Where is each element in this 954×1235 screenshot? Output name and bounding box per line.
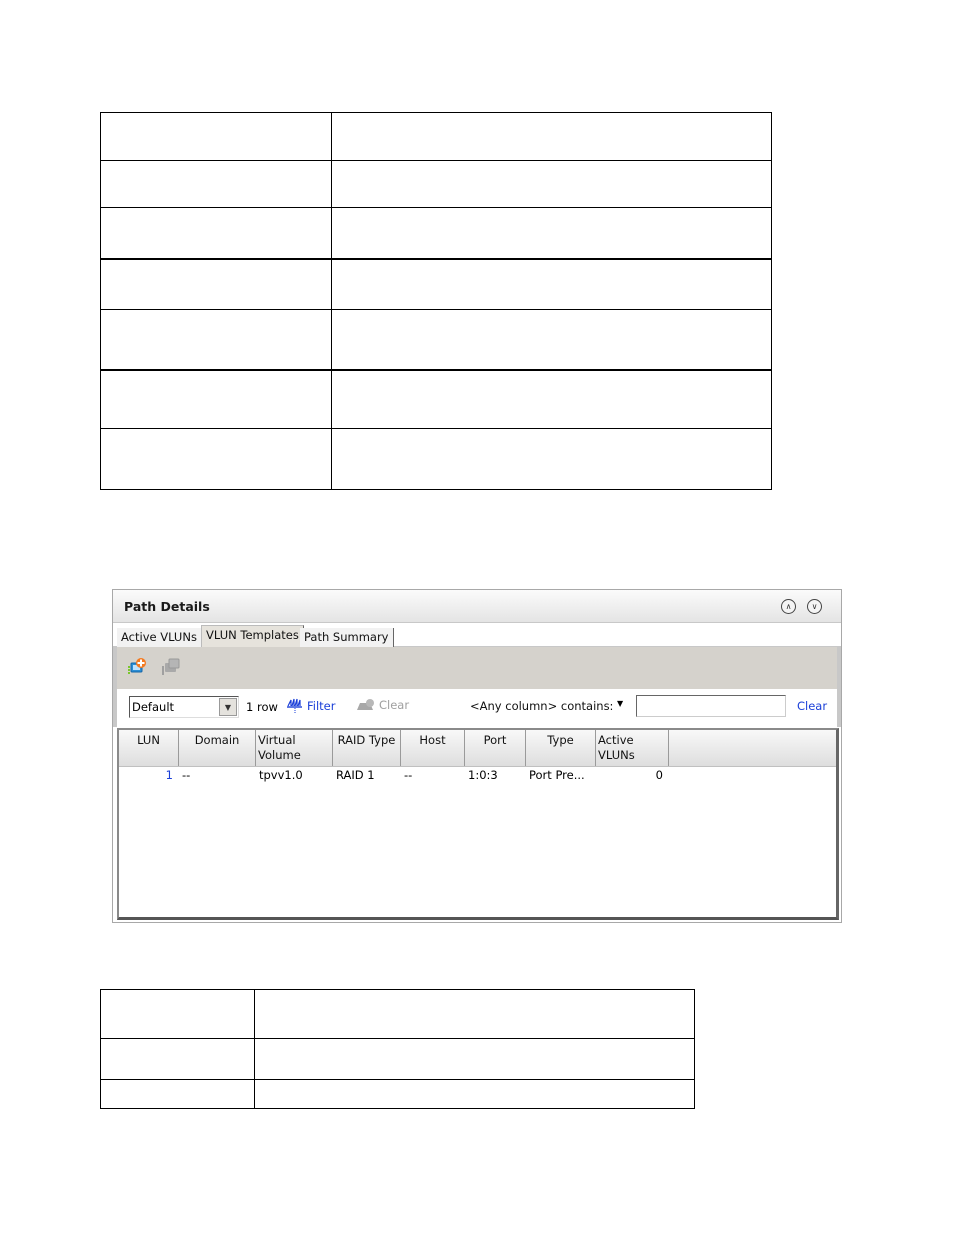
path-details-panel: Path Details ∧ ∨ Active VLUNs VLUN Templ… xyxy=(112,589,842,923)
cell-host: -- xyxy=(404,768,413,782)
filter-icon xyxy=(287,698,302,713)
table-row xyxy=(100,428,772,490)
column-header-label: RAID Type xyxy=(337,733,396,747)
column-header-port[interactable]: Port xyxy=(465,730,526,766)
chevron-down-icon[interactable]: ▼ xyxy=(219,698,237,716)
table-row xyxy=(100,160,772,208)
column-header-label: LUN xyxy=(137,733,160,747)
table-cell xyxy=(100,112,332,161)
column-header-lun[interactable]: LUN xyxy=(119,730,179,766)
column-header-label: Type xyxy=(547,733,574,747)
table-cell xyxy=(100,309,332,370)
column-header-domain[interactable]: Domain xyxy=(179,730,256,766)
table-row xyxy=(100,257,772,310)
column-header-type[interactable]: Type xyxy=(526,730,596,766)
row-count: 1 row xyxy=(246,700,278,714)
table-cell xyxy=(100,160,332,208)
double-chevron-down-icon[interactable]: ∨ xyxy=(807,599,822,614)
table-row xyxy=(100,1038,695,1080)
grid-header: LUN Domain Virtual Volume RAID Type Host … xyxy=(119,730,836,767)
column-header-label: Port xyxy=(483,733,507,747)
vlun-templates-grid: LUN Domain Virtual Volume RAID Type Host … xyxy=(117,728,839,920)
table-cell xyxy=(331,309,772,370)
column-header-label: Volume xyxy=(258,748,301,762)
table-row xyxy=(100,1079,695,1109)
remove-vlun-template-icon xyxy=(161,658,181,676)
table-cell xyxy=(254,1038,695,1080)
column-header-label: VLUNs xyxy=(598,748,635,762)
tab-active-vluns[interactable]: Active VLUNs xyxy=(117,628,202,647)
document-table-top xyxy=(100,112,772,490)
cell-port: 1:0:3 xyxy=(468,768,498,782)
table-cell xyxy=(100,368,332,429)
column-header-virtual-volume[interactable]: Virtual Volume xyxy=(256,730,333,766)
table-row xyxy=(100,207,772,259)
panel-header: Path Details ∧ ∨ xyxy=(113,590,841,623)
table-cell xyxy=(100,989,255,1039)
cell-domain: -- xyxy=(182,768,191,782)
cell-type: Port Pre... xyxy=(529,768,585,782)
column-header-label: Host xyxy=(419,733,446,747)
clear-filter-label: Clear xyxy=(379,698,410,712)
table-cell xyxy=(100,1079,255,1109)
column-header-host[interactable]: Host xyxy=(401,730,465,766)
filter-button[interactable]: Filter xyxy=(287,698,335,714)
table-cell xyxy=(331,207,772,259)
table-cell xyxy=(331,257,772,310)
column-dropdown-arrow-icon[interactable]: ▼ xyxy=(617,699,623,708)
toolbar xyxy=(113,647,841,689)
column-header-label: Active xyxy=(598,733,634,747)
view-select[interactable]: Default ▼ xyxy=(129,696,239,718)
table-row xyxy=(100,112,772,161)
column-header-raid-type[interactable]: RAID Type xyxy=(333,730,401,766)
panel-title: Path Details xyxy=(124,599,210,614)
table-cell xyxy=(100,428,332,490)
eraser-icon xyxy=(357,699,374,710)
table-cell xyxy=(100,207,332,259)
filter-bar: Default ▼ 1 row Filter Clear <Any column… xyxy=(113,689,841,727)
table-cell xyxy=(331,368,772,429)
table-row xyxy=(100,309,772,370)
double-chevron-up-icon[interactable]: ∧ xyxy=(781,599,796,614)
cell-raid-type: RAID 1 xyxy=(336,768,375,782)
table-cell xyxy=(254,1079,695,1109)
filter-label: Filter xyxy=(307,699,336,713)
table-cell xyxy=(331,428,772,490)
table-row[interactable]: 1 -- tpvv1.0 RAID 1 -- 1:0:3 Port Pre...… xyxy=(119,767,836,784)
cell-active-vluns: 0 xyxy=(655,768,663,782)
table-cell xyxy=(100,1038,255,1080)
table-row xyxy=(100,989,695,1039)
cell-lun[interactable]: 1 xyxy=(119,767,179,784)
view-select-value: Default xyxy=(132,700,175,714)
add-vlun-template-icon[interactable] xyxy=(127,658,147,676)
tab-bar: Active VLUNs VLUN Templates Path Summary xyxy=(113,623,841,647)
clear-search-link[interactable]: Clear xyxy=(797,699,827,713)
tab-path-summary[interactable]: Path Summary xyxy=(300,628,394,647)
column-header-active-vluns[interactable]: Active VLUNs xyxy=(596,730,669,766)
cell-virtual-volume: tpvv1.0 xyxy=(259,768,303,782)
tab-vlun-templates[interactable]: VLUN Templates xyxy=(201,625,304,647)
table-cell xyxy=(100,257,332,310)
document-table-bottom xyxy=(100,989,695,1109)
search-input[interactable] xyxy=(636,695,786,717)
column-header-label: Virtual xyxy=(258,733,296,747)
table-cell xyxy=(331,112,772,161)
column-header-label: Domain xyxy=(194,733,240,747)
table-cell xyxy=(331,160,772,208)
any-column-label: <Any column> contains: xyxy=(470,699,614,713)
clear-filter-button: Clear xyxy=(355,698,409,712)
table-cell xyxy=(254,989,695,1039)
table-row xyxy=(100,368,772,429)
